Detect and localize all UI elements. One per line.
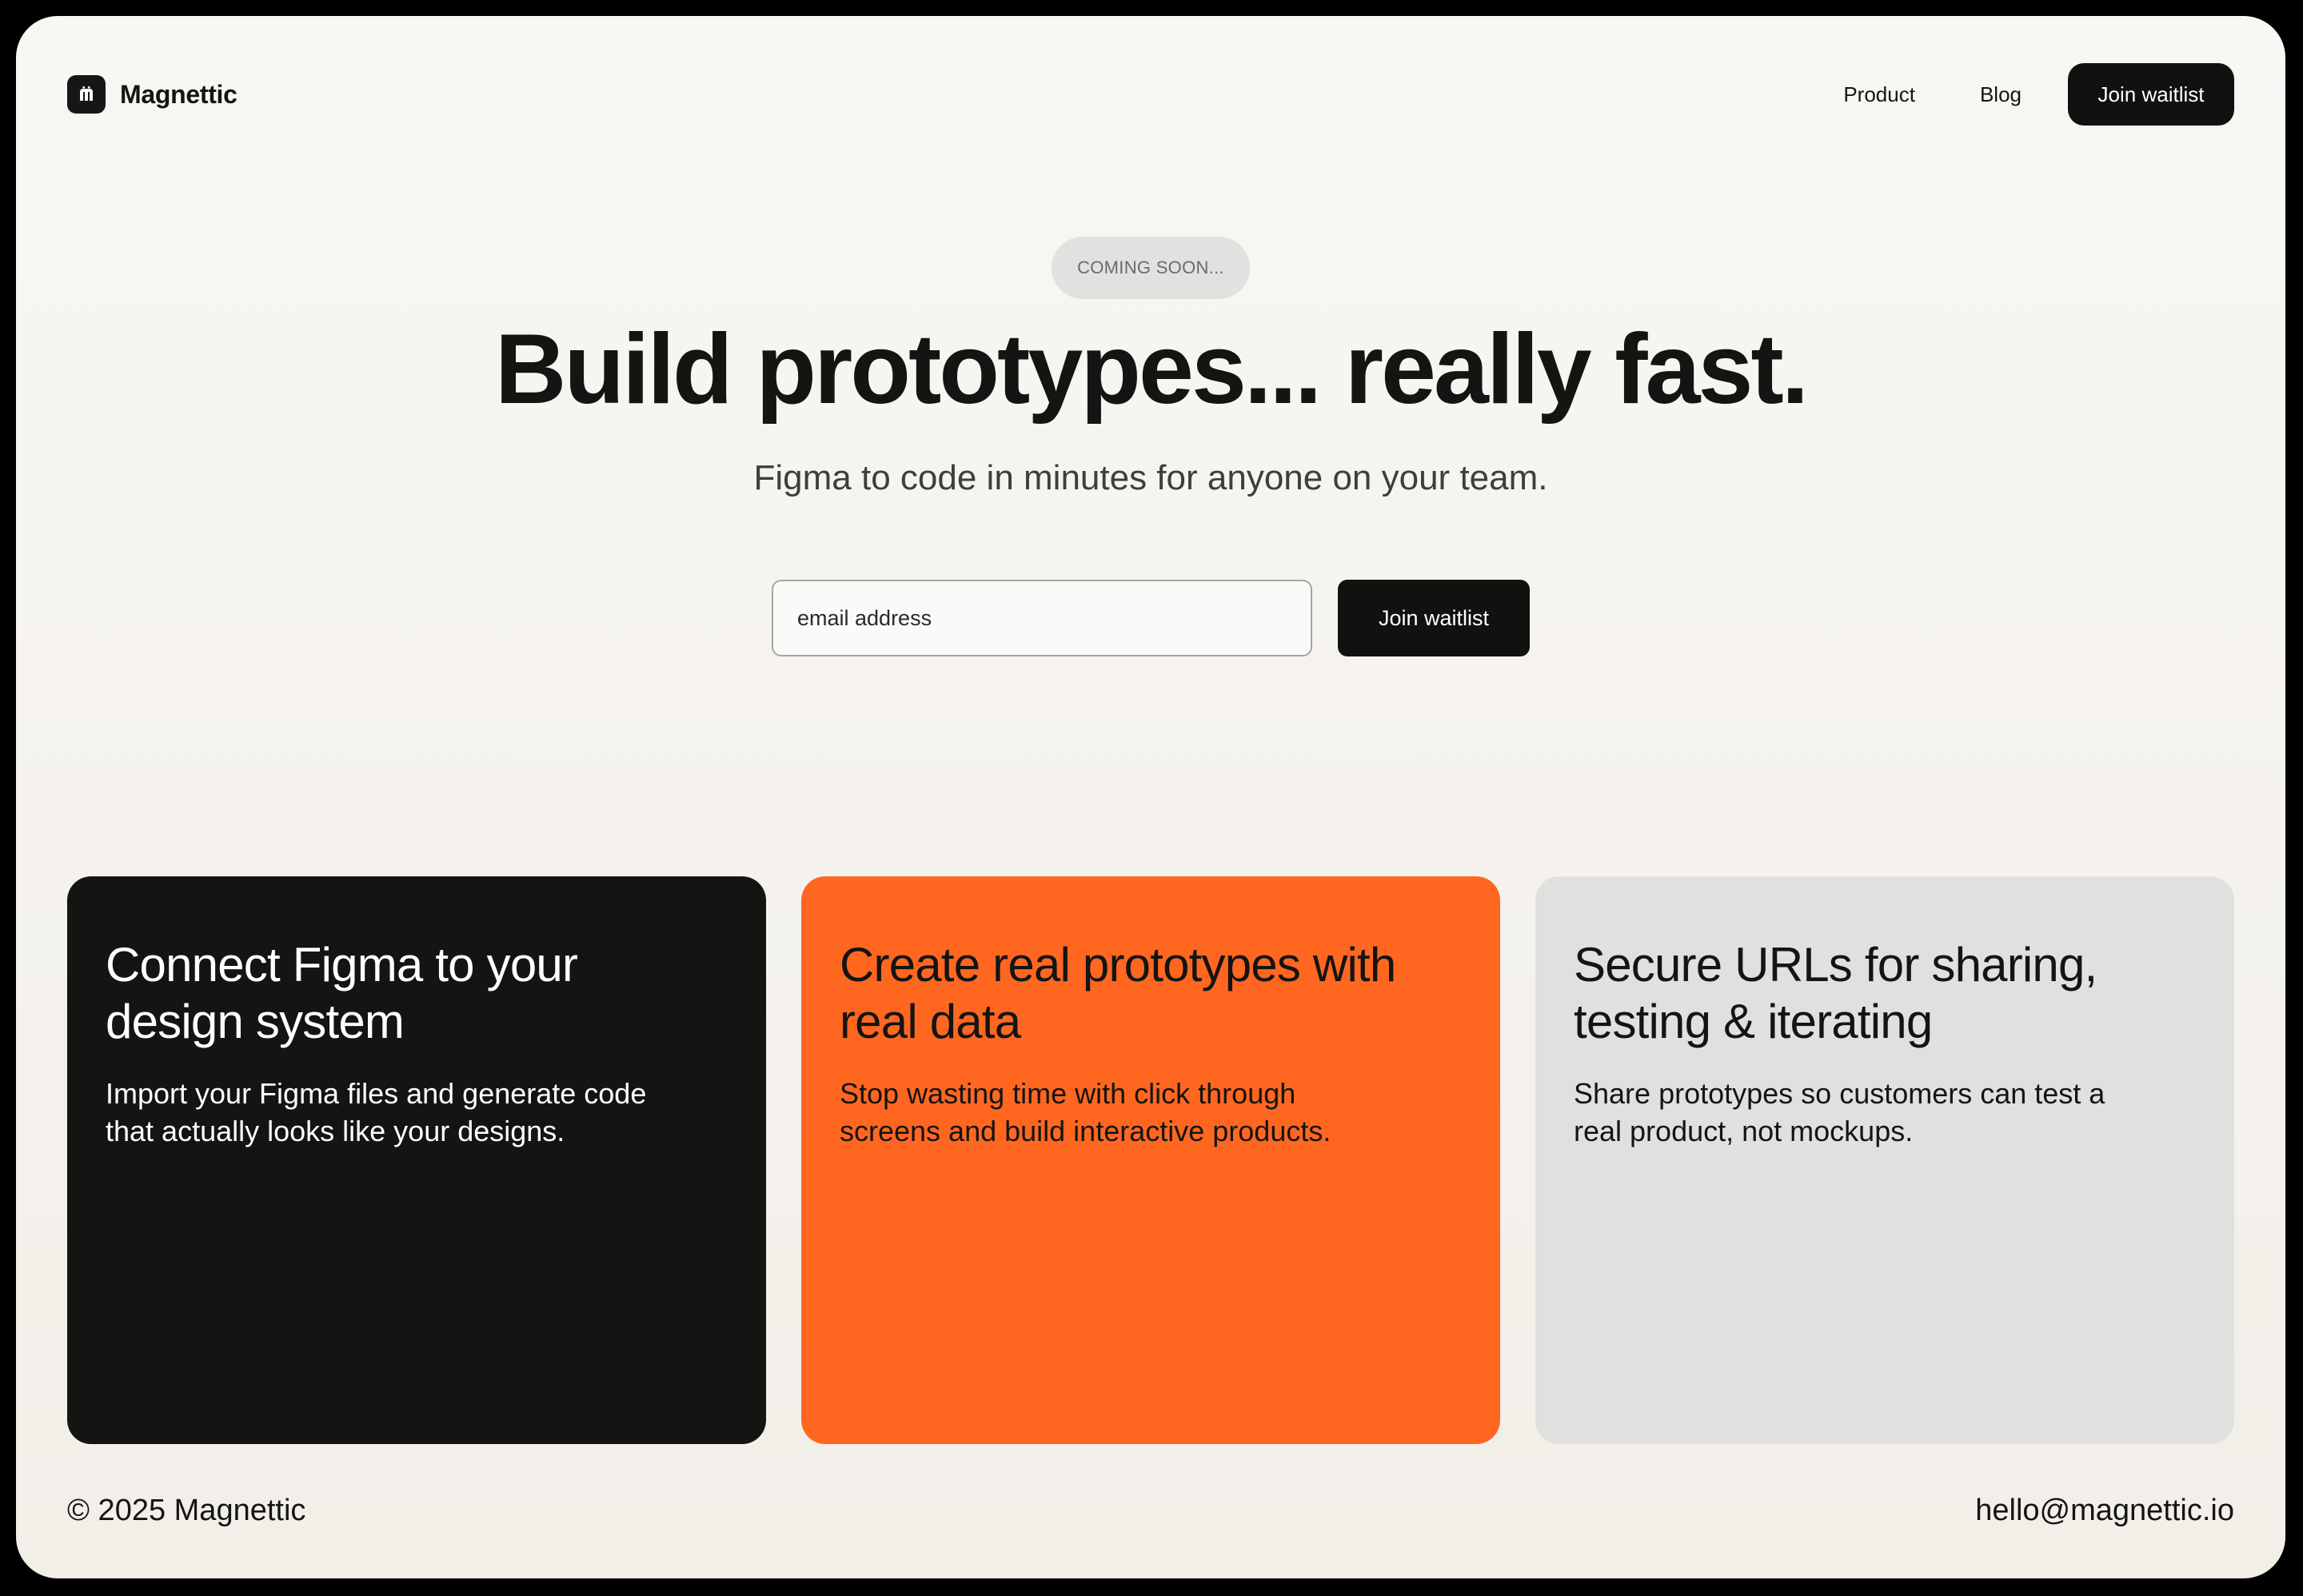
main-nav: Product Blog Join waitlist [1843, 63, 2234, 126]
waitlist-form: Join waitlist [16, 580, 2285, 656]
coming-soon-badge: COMING SOON... [1052, 237, 1250, 299]
hero-section: COMING SOON... Build prototypes... reall… [16, 237, 2285, 500]
feature-card-body: Share prototypes so customers can test a… [1574, 1076, 2105, 1148]
feature-card-title: Connect Figma to your design system [106, 938, 578, 1048]
join-waitlist-nav-button[interactable]: Join waitlist [2068, 63, 2234, 126]
feature-card-body: Stop wasting time with click through scr… [840, 1076, 1331, 1148]
feature-card-title: Secure URLs for sharing, testing & itera… [1574, 938, 2097, 1048]
feature-card-title: Create real prototypes with real data [840, 938, 1396, 1048]
magnet-m-logo-icon [67, 75, 106, 114]
feature-card-sharing: Secure URLs for sharing, testing & itera… [1535, 876, 2234, 1444]
browser-viewport: Magnettic Product Blog Join waitlist COM… [16, 16, 2285, 1578]
nav-link-product[interactable]: Product [1843, 82, 1915, 107]
email-input[interactable] [772, 580, 1312, 656]
brand-home-link[interactable]: Magnettic [67, 75, 237, 114]
feature-card-figma: Connect Figma to your design system Impo… [67, 876, 766, 1444]
nav-link-blog[interactable]: Blog [1980, 82, 2022, 107]
site-footer: © 2025 Magnettic hello@magnettic.io [67, 1494, 2234, 1528]
hero-headline: Build prototypes... really fast. [494, 314, 1809, 425]
join-waitlist-submit-button[interactable]: Join waitlist [1338, 580, 1530, 656]
logo-glyph [80, 86, 93, 101]
feature-cards: Connect Figma to your design system Impo… [67, 876, 2234, 1444]
brand-name: Magnettic [120, 79, 237, 109]
contact-email-link[interactable]: hello@magnettic.io [1975, 1494, 2234, 1528]
feature-card-body: Import your Figma files and generate cod… [106, 1076, 647, 1148]
site-header: Magnettic Product Blog Join waitlist [67, 62, 2234, 126]
copyright-text: © 2025 Magnettic [67, 1494, 306, 1527]
hero-subheadline: Figma to code in minutes for anyone on y… [753, 458, 1548, 497]
feature-card-prototypes: Create real prototypes with real data St… [801, 876, 1500, 1444]
